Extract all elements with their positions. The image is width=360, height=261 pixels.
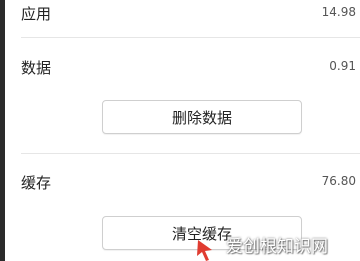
cache-size-label: 缓存 <box>21 174 52 192</box>
divider <box>21 153 360 154</box>
data-size-label: 数据 <box>21 59 52 77</box>
left-edge-bar <box>0 0 5 261</box>
divider <box>21 37 360 38</box>
cache-size-value: 76.80 <box>321 174 356 188</box>
data-size-value: 0.91 <box>329 59 356 73</box>
app-size-label: 应用 <box>21 5 52 23</box>
delete-data-button[interactable]: 删除数据 <box>102 100 302 134</box>
app-size-value: 14.98 <box>321 5 356 19</box>
clear-cache-button[interactable]: 清空缓存 <box>102 216 302 250</box>
